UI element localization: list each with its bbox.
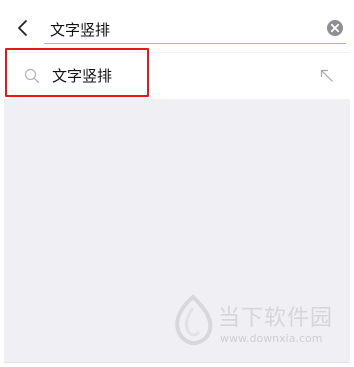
arrow-up-left-icon[interactable] xyxy=(320,69,334,83)
back-button[interactable] xyxy=(8,13,38,43)
search-input[interactable] xyxy=(50,17,312,41)
watermark-logo-icon xyxy=(175,294,213,346)
search-screen: 文字竖排 当下软件园 www.downxia.com xyxy=(4,0,350,362)
clear-circle-icon[interactable] xyxy=(326,19,344,37)
search-field xyxy=(44,14,346,44)
suggestion-label: 文字竖排 xyxy=(52,67,113,85)
app-frame: 文字竖排 当下软件园 www.downxia.com xyxy=(0,0,354,367)
search-icon xyxy=(24,68,40,84)
suggestion-item[interactable]: 文字竖排 xyxy=(4,53,350,99)
watermark-url: www.downxia.com xyxy=(220,332,323,345)
search-header xyxy=(4,0,350,52)
bottom-divider xyxy=(4,362,350,363)
watermark-name: 当下软件园 xyxy=(218,306,334,331)
chevron-left-icon xyxy=(18,20,27,36)
watermark: 当下软件园 www.downxia.com xyxy=(170,294,350,354)
